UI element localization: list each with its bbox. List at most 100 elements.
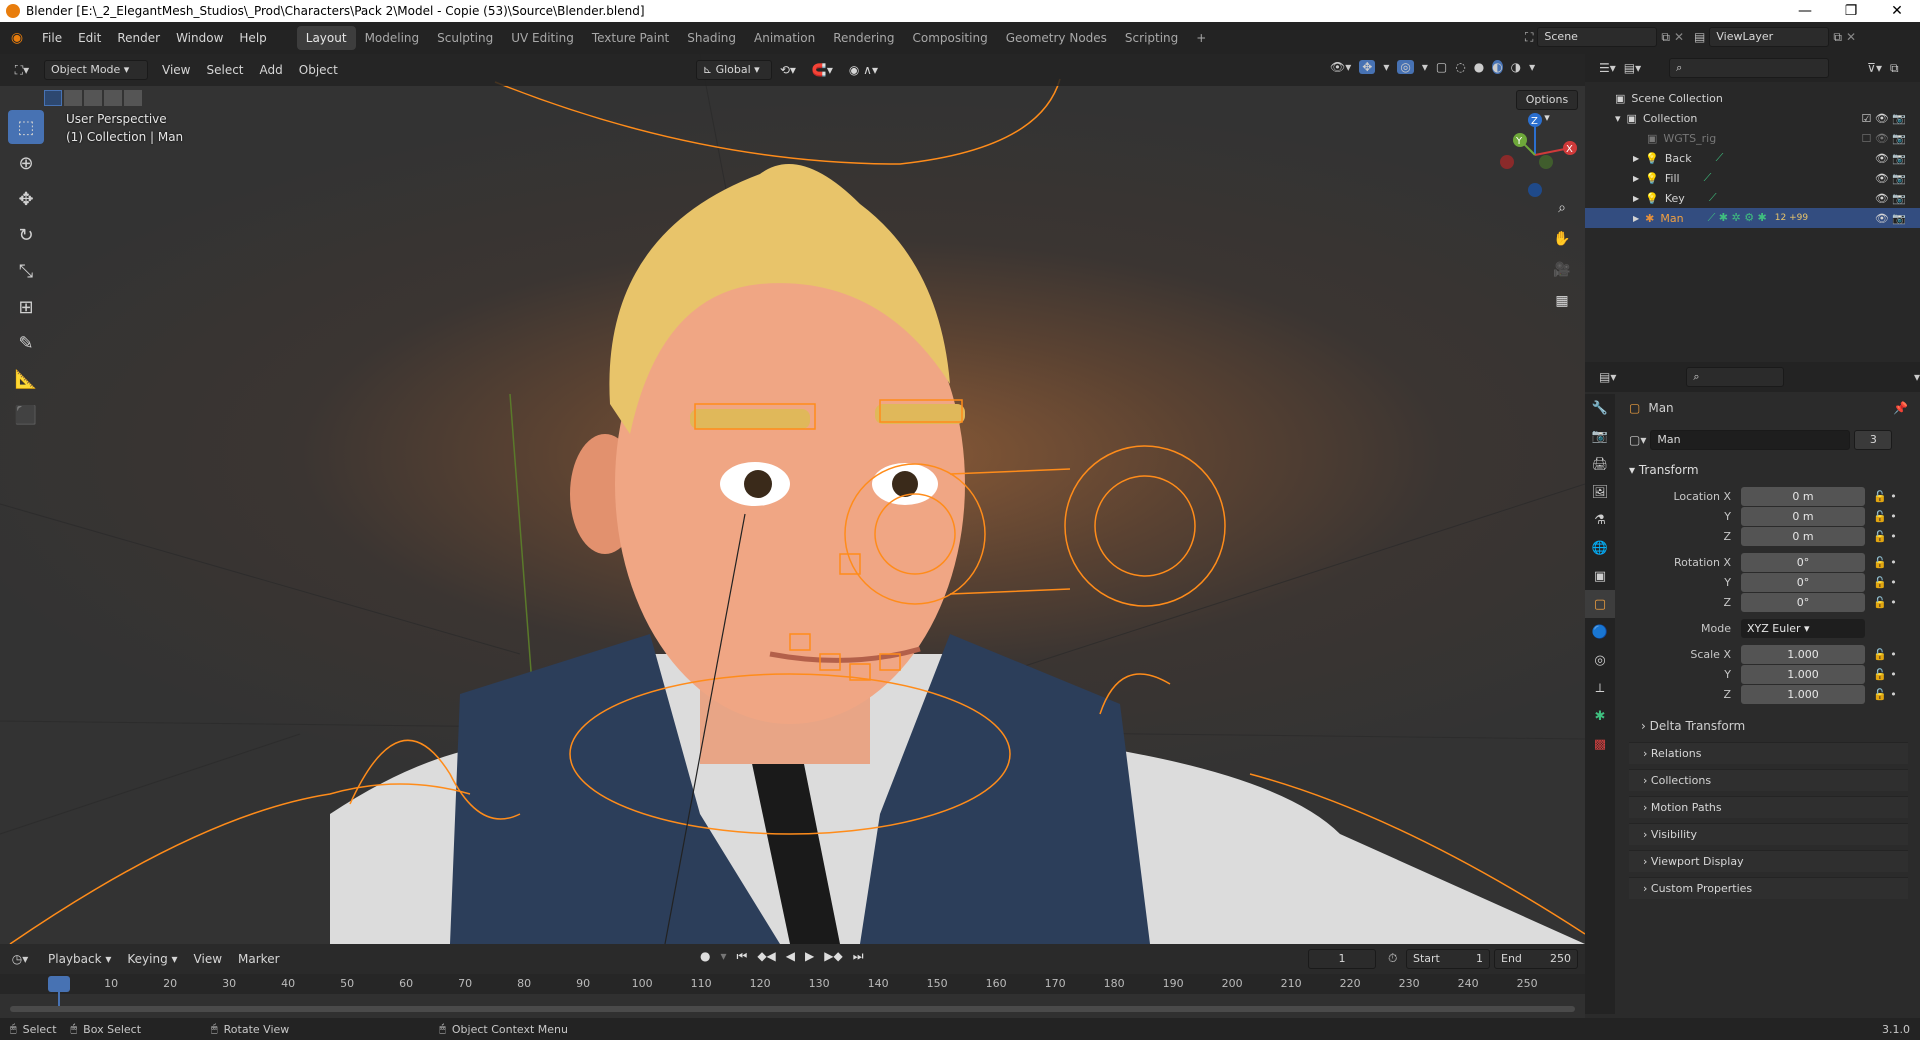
output-tab-icon[interactable]: 🖨 (1585, 450, 1615, 478)
blender-menu-icon[interactable]: ◉ (0, 30, 34, 46)
scene-collection-row[interactable]: ▣ Scene Collection (1585, 88, 1920, 108)
object-tab-icon[interactable]: ▢ (1585, 590, 1615, 618)
new-collection-icon[interactable]: ⧉ (1890, 61, 1899, 76)
physics-tab-icon[interactable]: ◎ (1585, 646, 1615, 674)
play-icon[interactable]: ▶ (805, 949, 814, 964)
menu-edit[interactable]: Edit (70, 27, 109, 49)
viewport-menu-add[interactable]: Add (252, 60, 291, 80)
man-visibility-icon[interactable]: 👁 📷 (1875, 212, 1906, 225)
expand-arrow-icon[interactable]: ▾ (1615, 112, 1621, 125)
cursor-tool-icon[interactable]: ⊕ (8, 146, 44, 180)
lock-icon[interactable]: 🔓 • (1873, 688, 1897, 701)
lock-icon[interactable]: 🔓 • (1873, 530, 1897, 543)
tab-rendering[interactable]: Rendering (824, 26, 903, 50)
playhead[interactable] (48, 976, 70, 992)
view-layer-tab-icon[interactable]: 🖼 (1585, 478, 1615, 506)
viewport-menu-select[interactable]: Select (198, 60, 251, 80)
play-reverse-icon[interactable]: ◀ (786, 949, 795, 964)
scale-z-field[interactable]: 1.000 (1741, 684, 1865, 704)
wgts-visibility-icon[interactable]: ☐ 👁 📷 (1861, 132, 1906, 145)
visibility-icon[interactable]: 👁▾ (1330, 60, 1351, 74)
navigation-gizmo[interactable]: Z X Y (1490, 110, 1580, 200)
add-cube-tool-icon[interactable]: ⬛ (8, 398, 44, 432)
outliner[interactable]: ☰▾ ▤▾ ⌕ ⊽▾ ⧉ ▣ Scene Collection ▾ ▣ Coll… (1585, 54, 1920, 362)
scene-icon[interactable]: ⛶ (1525, 30, 1533, 45)
filter-icon[interactable]: ⊽▾ (1867, 61, 1882, 75)
location-z-field[interactable]: 0 m (1741, 526, 1865, 546)
lock-icon[interactable]: 🔓 • (1873, 596, 1897, 609)
timeline-menu-marker[interactable]: Marker (230, 949, 287, 969)
view-layer-icon[interactable]: ▤ (1694, 30, 1705, 44)
select-extend-icon[interactable] (64, 90, 82, 106)
custom-properties-panel[interactable]: › Custom Properties (1629, 877, 1908, 899)
delta-transform-panel[interactable]: › Delta Transform (1621, 714, 1916, 738)
record-icon[interactable]: ● (700, 949, 710, 964)
overlay-toggle-icon[interactable]: ◎ (1397, 60, 1414, 74)
visibility-panel[interactable]: › Visibility (1629, 823, 1908, 845)
scene-field[interactable]: Scene (1537, 27, 1658, 47)
select-box-tool-icon[interactable]: ⬚ (8, 110, 44, 144)
view-layer-field[interactable]: ViewLayer (1709, 27, 1830, 47)
display-mode-icon[interactable]: ▤▾ (1624, 61, 1641, 75)
minimize-button[interactable]: — (1782, 0, 1828, 22)
timeline-menu-playback[interactable]: Playback ▾ (40, 949, 119, 969)
tab-texture-paint[interactable]: Texture Paint (583, 26, 678, 50)
snap-icon[interactable]: 🧲▾ (804, 60, 841, 80)
lock-icon[interactable]: 🔓 • (1873, 490, 1897, 503)
tab-sculpting[interactable]: Sculpting (428, 26, 502, 50)
lock-icon[interactable]: 🔓 • (1873, 510, 1897, 523)
menu-render[interactable]: Render (109, 27, 168, 49)
viewport-display-panel[interactable]: › Viewport Display (1629, 850, 1908, 872)
new-scene-icon[interactable]: ⧉ (1661, 30, 1670, 45)
start-frame-field[interactable]: Start 1 (1406, 949, 1490, 969)
end-frame-field[interactable]: End 250 (1494, 949, 1578, 969)
gizmo-toggle-icon[interactable]: ✥ (1359, 60, 1376, 74)
timeline-menu-keying[interactable]: Keying ▾ (119, 949, 185, 969)
tab-modeling[interactable]: Modeling (356, 26, 429, 50)
rotation-y-field[interactable]: 0° (1741, 572, 1865, 592)
render-tab-icon[interactable]: 📷 (1585, 422, 1615, 450)
tab-uv-editing[interactable]: UV Editing (502, 26, 583, 50)
outliner-item-key[interactable]: ▶ 💡 Key ⟋ 👁 📷 (1585, 188, 1920, 208)
outliner-item-man[interactable]: ▶ ✱ Man ⟋ ✱ ✲ ⚙ ✱ 12 +99 👁 📷 (1585, 208, 1920, 228)
back-visibility-icon[interactable]: 👁 📷 (1875, 152, 1906, 165)
pin-icon[interactable]: 📌 (1893, 401, 1908, 415)
world-tab-icon[interactable]: 🌐 (1585, 534, 1615, 562)
rotate-tool-icon[interactable]: ↻ (8, 218, 44, 252)
measure-tool-icon[interactable]: 📐 (8, 362, 44, 396)
select-invert-icon[interactable] (104, 90, 122, 106)
properties-options-icon[interactable]: ▾ (1914, 370, 1920, 384)
location-x-field[interactable]: 0 m (1741, 486, 1865, 506)
scene-tab-icon[interactable]: ⚗ (1585, 506, 1615, 534)
scale-y-field[interactable]: 1.000 (1741, 664, 1865, 684)
proportional-edit-icon[interactable]: ◉ ∧▾ (841, 60, 886, 80)
select-intersect-icon[interactable] (124, 90, 142, 106)
viewport-menu-view[interactable]: View (154, 60, 198, 80)
move-tool-icon[interactable]: ✥ (8, 182, 44, 216)
collection-row[interactable]: ▾ ▣ Collection ☑ 👁 📷 (1585, 108, 1920, 128)
outliner-item-fill[interactable]: ▶ 💡 Fill ⟋ 👁 📷 (1585, 168, 1920, 188)
object-name-field[interactable]: Man (1650, 430, 1851, 450)
shading-solid-icon[interactable]: ● (1474, 60, 1484, 74)
scale-tool-icon[interactable]: ⤡ (8, 254, 44, 288)
tab-geometry-nodes[interactable]: Geometry Nodes (997, 26, 1116, 50)
tab-scripting[interactable]: Scripting (1116, 26, 1187, 50)
tab-compositing[interactable]: Compositing (903, 26, 996, 50)
rotation-x-field[interactable]: 0° (1741, 552, 1865, 572)
menu-window[interactable]: Window (168, 27, 231, 49)
outliner-editor-type-icon[interactable]: ☰▾ (1599, 61, 1616, 75)
motion-paths-panel[interactable]: › Motion Paths (1629, 796, 1908, 818)
timeline-editor[interactable]: ◷▾ Playback ▾ Keying ▾ View Marker ● ▾ ⏮… (0, 944, 1585, 1022)
select-subtract-icon[interactable] (84, 90, 102, 106)
mode-selector[interactable]: Object Mode ▾ (44, 60, 148, 80)
shading-material-icon[interactable]: ◐ (1492, 60, 1503, 74)
menu-file[interactable]: File (34, 27, 70, 49)
tab-layout[interactable]: Layout (296, 26, 356, 50)
collections-panel[interactable]: › Collections (1629, 769, 1908, 791)
outliner-item-wgts-rig[interactable]: ▣ WGTS_rig ☐ 👁 📷 (1585, 128, 1920, 148)
menu-help[interactable]: Help (231, 27, 274, 49)
prev-keyframe-icon[interactable]: ◆◀ (757, 949, 775, 964)
jump-start-icon[interactable]: ⏮ (737, 949, 748, 964)
add-workspace-button[interactable]: + (1187, 26, 1215, 50)
collection-tab-icon[interactable]: ▣ (1585, 562, 1615, 590)
